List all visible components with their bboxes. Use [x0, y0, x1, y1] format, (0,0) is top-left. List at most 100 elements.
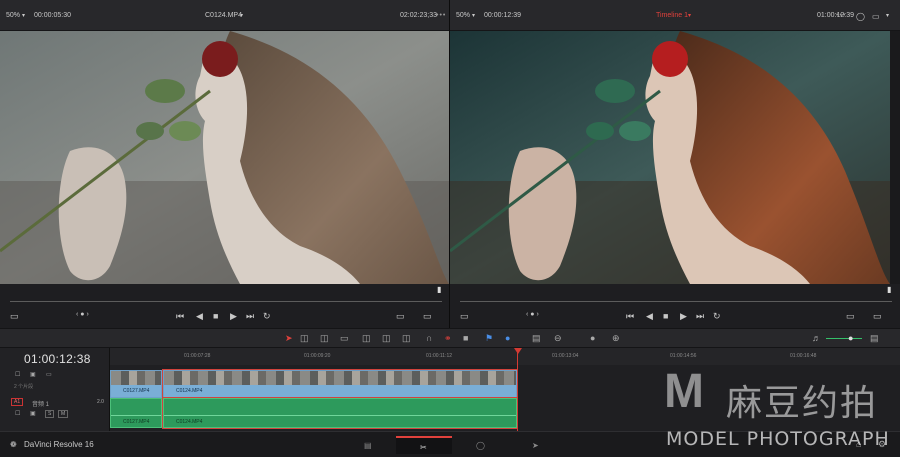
playhead-handle[interactable] — [514, 348, 522, 354]
edit-toolbar: ➤ ◫ ◫ ▭ ◫ ◫ ◫ ∩ ⚭ ■ ⚑ ● ▤ ⊖ ● ⊕ ♬ ● ▤ — [0, 328, 900, 348]
solo-button[interactable]: S — [45, 410, 55, 418]
ruler-tick: 01:00:14:56 — [670, 353, 697, 359]
viewer-scrollbar[interactable] — [890, 31, 900, 284]
first-frame-icon[interactable]: ⏮ — [626, 311, 634, 322]
timeline-transport: ▭ ‹ ● › ⏮ ◀ ■ ▶ ⏭ ↻ ▭ ▭ — [450, 306, 900, 328]
more-options-icon[interactable]: ••• — [836, 12, 846, 19]
timeline-timecode[interactable]: 01:00:12:38 — [24, 352, 91, 366]
fusion-icon: ➤ — [532, 441, 539, 450]
clip-icon[interactable]: ▭ — [846, 311, 855, 322]
jog-icon[interactable]: ‹ ● › — [526, 311, 539, 318]
volume-knob[interactable]: ● — [848, 333, 853, 343]
marker-icon[interactable]: ● — [505, 333, 510, 343]
video-clip[interactable]: C0127.MP4 — [110, 370, 162, 398]
source-scrubber[interactable]: ▮ — [0, 284, 449, 306]
lock-icon[interactable]: ☐ — [15, 371, 20, 378]
audio-waveform — [164, 415, 516, 416]
zoom-out-icon[interactable]: ⊖ — [554, 333, 562, 344]
video-track-header: ☐ ▣ ▭ 2 个片段 — [0, 371, 110, 399]
replace-clip-icon[interactable]: ◫ — [402, 333, 411, 344]
insert-clip-icon[interactable]: ◫ — [362, 333, 371, 344]
timeline-zoom[interactable]: 50% — [456, 12, 470, 19]
viewer-options-icon[interactable]: ▭ — [873, 311, 882, 322]
video-clip[interactable]: C0124.MP4 — [162, 369, 518, 399]
reverse-icon[interactable]: ◀ — [646, 311, 653, 322]
audio-track-header: A1 音频 1 2.0 ☐ ▣ S M — [0, 398, 110, 428]
ruler-tick: 01:00:07:28 — [184, 353, 211, 359]
speaker-icon[interactable]: ♬ — [812, 333, 821, 343]
media-page-button[interactable]: ▤ — [340, 436, 396, 454]
last-frame-icon[interactable]: ⏭ — [696, 311, 704, 322]
speaker-icon[interactable]: ▣ — [30, 410, 36, 417]
blade-tool-icon[interactable]: ▭ — [340, 333, 349, 344]
stop-icon[interactable]: ■ — [663, 311, 668, 321]
chevron-down-icon[interactable]: ▾ — [886, 12, 889, 19]
trim-tool-icon[interactable]: ◫ — [300, 333, 309, 344]
clip-name: C0124.MP4 — [164, 385, 516, 397]
cut-page-button[interactable]: ✂ — [396, 436, 452, 454]
timeline-view-icon[interactable]: ▤ — [532, 333, 541, 344]
viewer-mode-icon[interactable]: ▭ — [10, 311, 19, 322]
audio-clip[interactable]: C0124.MP4 — [162, 397, 518, 429]
last-frame-icon[interactable]: ⏭ — [246, 311, 254, 322]
timeline-scrub-line[interactable] — [460, 301, 892, 302]
media-icon: ▤ — [364, 441, 372, 450]
display-icon[interactable]: ▭ — [872, 12, 880, 21]
loop-icon[interactable]: ↻ — [263, 311, 271, 322]
clip-icon[interactable]: ▭ — [396, 311, 405, 322]
viewer-options-icon[interactable]: ▭ — [423, 311, 432, 322]
timeline-scrubber[interactable]: ▮ — [450, 284, 900, 306]
audio-meter-icon[interactable]: ▤ — [870, 333, 879, 344]
stop-icon[interactable]: ■ — [213, 311, 218, 321]
zoom-in-icon[interactable]: ⊕ — [612, 333, 620, 344]
audio-clip[interactable]: C0127.MP4 — [110, 398, 162, 428]
mute-button[interactable]: M — [58, 410, 69, 418]
fusion-page-button[interactable]: ➤ — [508, 436, 564, 454]
chevron-down-icon[interactable]: ▾ — [240, 12, 243, 19]
video-track-name: 2 个片段 — [14, 384, 34, 390]
zoom-slider[interactable]: ● — [590, 333, 595, 343]
play-icon[interactable]: ▶ — [680, 311, 687, 322]
link-icon[interactable]: ⚭ — [444, 333, 452, 344]
edit-page-button[interactable]: ◯ — [452, 436, 508, 454]
app-name: DaVinci Resolve 16 — [24, 440, 94, 449]
source-clip-name[interactable]: C0124.MP4 — [205, 12, 242, 19]
loop-icon[interactable]: ↻ — [713, 311, 721, 322]
timeline-name[interactable]: Timeline 1 — [656, 12, 688, 19]
lock-icon[interactable]: ☐ — [15, 410, 20, 417]
volume-slider[interactable] — [826, 338, 862, 339]
flag-icon[interactable]: ⚑ — [485, 333, 493, 344]
source-zoom[interactable]: 50% — [6, 12, 20, 19]
first-frame-icon[interactable]: ⏮ — [176, 311, 184, 322]
snapping-icon[interactable]: ∩ — [426, 333, 432, 343]
selection-tool-icon[interactable]: ➤ — [285, 333, 293, 344]
clip-name: C0127.MP4 — [111, 385, 161, 397]
speech-icon[interactable]: ◯ — [856, 12, 865, 21]
mark-icon[interactable]: ▮ — [887, 285, 891, 294]
playhead[interactable] — [517, 348, 518, 431]
ruler-tick: 01:00:09:20 — [304, 353, 331, 359]
chevron-down-icon[interactable]: ▾ — [688, 12, 691, 19]
play-icon[interactable]: ▶ — [230, 311, 237, 322]
chevron-down-icon[interactable]: ▾ — [22, 12, 25, 19]
resolve-logo-icon: ❁ — [10, 440, 17, 449]
source-timecode: 00:00:05:30 — [34, 12, 71, 19]
viewer-mode-icon[interactable]: ▭ — [460, 311, 469, 322]
mark-icon[interactable]: ▮ — [437, 285, 441, 294]
audio-track-id[interactable]: A1 — [11, 398, 24, 406]
camera-icon[interactable]: ▣ — [30, 371, 36, 378]
timeline-viewer-image[interactable] — [450, 31, 890, 284]
jog-icon[interactable]: ‹ ● › — [76, 311, 89, 318]
monitor-icon[interactable]: ▭ — [46, 371, 52, 378]
overwrite-clip-icon[interactable]: ◫ — [382, 333, 391, 344]
lock-icon[interactable]: ■ — [463, 333, 468, 343]
more-options-icon[interactable]: ••• — [436, 12, 446, 19]
source-viewer-image[interactable] — [0, 31, 449, 284]
dynamic-trim-icon[interactable]: ◫ — [320, 333, 329, 344]
timeline-ruler[interactable]: 01:00:07:28 01:00:09:20 01:00:11:12 01:0… — [110, 348, 900, 365]
clip-name: C0127.MP4 — [123, 419, 150, 425]
reverse-icon[interactable]: ◀ — [196, 311, 203, 322]
chevron-down-icon[interactable]: ▾ — [472, 12, 475, 19]
source-scrub-line[interactable] — [10, 301, 442, 302]
source-viewer-header: 50% ▾ 00:00:05:30 C0124.MP4 ▾ 02:02:23;3… — [0, 0, 449, 31]
